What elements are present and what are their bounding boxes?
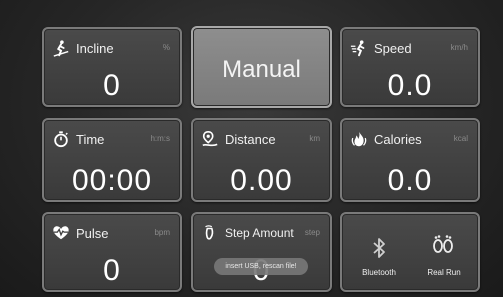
bluetooth-label: Bluetooth bbox=[362, 268, 396, 277]
speed-runner-icon bbox=[350, 40, 365, 57]
calories-unit: kcal bbox=[453, 134, 468, 143]
real-run-button[interactable]: Real Run bbox=[418, 232, 470, 284]
pulse-tile[interactable]: Pulse bpm 0 bbox=[42, 212, 182, 292]
incline-value: 0 bbox=[103, 69, 121, 102]
pulse-value: 0 bbox=[103, 254, 121, 287]
pulse-label: Pulse bbox=[76, 225, 109, 241]
step-amount-label: Step Amount bbox=[225, 226, 294, 240]
speed-tile[interactable]: Speed km/h 0.0 bbox=[340, 27, 480, 107]
connect-tile: Bluetooth Real Run bbox=[340, 212, 480, 292]
pulse-unit: bpm bbox=[154, 228, 170, 237]
incline-runner-icon bbox=[53, 40, 69, 57]
calories-tile[interactable]: Calories kcal 0.0 bbox=[340, 118, 480, 202]
time-tile[interactable]: Time h:m:s 00:00 bbox=[42, 118, 182, 202]
calories-value: 0.0 bbox=[387, 164, 433, 197]
distance-icon bbox=[202, 130, 218, 147]
step-amount-tile[interactable]: Step Amount step 0 bbox=[191, 212, 332, 292]
calories-label: Calories bbox=[374, 131, 422, 147]
speed-label: Speed bbox=[374, 40, 412, 56]
incline-label: Incline bbox=[76, 40, 114, 56]
distance-unit: km bbox=[309, 134, 320, 143]
time-label: Time bbox=[76, 131, 105, 147]
footprints-icon bbox=[433, 235, 453, 253]
bluetooth-button[interactable]: Bluetooth bbox=[354, 232, 404, 284]
bluetooth-icon bbox=[373, 238, 385, 258]
distance-label: Distance bbox=[225, 131, 276, 147]
incline-tile[interactable]: Incline % 0 bbox=[42, 27, 182, 107]
time-unit: h:m:s bbox=[150, 134, 170, 143]
heart-pulse-icon bbox=[53, 226, 69, 240]
flame-icon bbox=[351, 131, 367, 147]
treadmill-console-screen: Incline % 0 Manual Speed km/h 0.0 Time h… bbox=[0, 0, 503, 297]
step-icon bbox=[205, 225, 214, 240]
mode-label: Manual bbox=[222, 56, 301, 83]
speed-value: 0.0 bbox=[387, 69, 433, 102]
distance-value: 0.00 bbox=[230, 164, 293, 197]
incline-unit: % bbox=[162, 43, 170, 52]
distance-tile[interactable]: Distance km 0.00 bbox=[191, 118, 332, 202]
mode-manual-button[interactable]: Manual bbox=[191, 26, 332, 108]
usb-toast-message: insert USB, rescan file! bbox=[214, 258, 308, 275]
step-amount-unit: step bbox=[304, 228, 320, 237]
stopwatch-icon bbox=[54, 131, 68, 148]
speed-unit: km/h bbox=[450, 43, 468, 52]
time-value: 00:00 bbox=[71, 164, 153, 197]
real-run-label: Real Run bbox=[427, 268, 461, 277]
